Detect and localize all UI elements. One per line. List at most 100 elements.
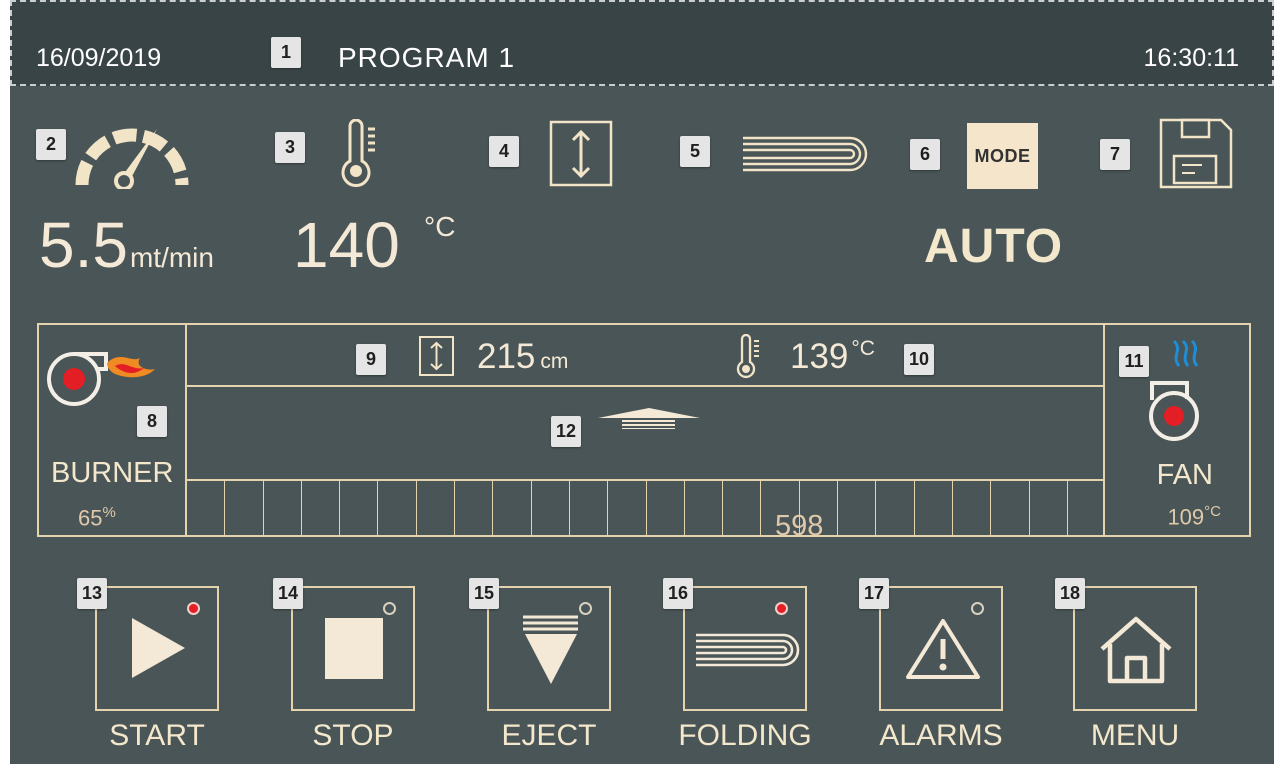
marker-18: 18 [1055,578,1085,609]
marker-16: 16 [663,578,693,609]
conveyor-segment [455,481,494,535]
marker-11: 11 [1119,346,1149,377]
marker-17: 17 [859,578,889,609]
burner-percent-value: 65 [78,505,103,531]
height-value: 215 [477,337,536,376]
fan-temperature: 109°C [1167,503,1221,530]
folding-label: FOLDING [678,719,812,752]
conveyor-segment [264,481,302,535]
stop-button[interactable] [291,586,415,711]
play-icon [132,618,185,678]
marker-1: 1 [271,37,301,68]
burner-label: BURNER [51,457,174,489]
marker-4: 4 [489,136,519,167]
marker-7: 7 [1100,139,1130,170]
temperature-sensor-icon [736,334,759,379]
conveyor-segments [187,481,1105,535]
marker-10: 10 [904,344,934,375]
conveyor-height: 215 cm [477,337,568,377]
marker-12: 12 [551,416,581,447]
conveyor-strip: 598 [187,387,1105,542]
chamber-temperature-unit: °C [851,337,875,361]
marker-9: 9 [356,344,386,375]
speed-readout: 5.5mt/min [39,213,214,290]
conveyor-segment [761,481,800,535]
start-label: START [109,719,205,752]
stop-label: STOP [312,719,394,752]
height-sensor-icon [419,336,454,376]
temperature-value: 140 [293,209,400,281]
start-button[interactable] [95,586,219,711]
marker-13: 13 [77,578,107,609]
alarms-button[interactable] [879,586,1003,711]
program-name: PROGRAM 1 [338,42,516,73]
conveyor-arrow-icon [598,408,700,429]
marker-2: 2 [36,129,66,160]
conveyor-segment [302,481,341,535]
eject-button[interactable] [487,586,611,711]
speed-unit: mt/min [129,242,214,273]
eject-label: EJECT [501,719,597,752]
conveyor-segment [187,481,226,535]
time-display: 16:30:11 [1143,44,1239,72]
marker-15: 15 [469,578,499,609]
mode-value: AUTO [924,220,1064,273]
conveyor-segment [225,481,264,535]
thermometer-icon[interactable] [340,119,378,187]
conveyor-segment [570,481,609,535]
stop-status-led [383,602,396,615]
folding-layers-icon[interactable] [739,133,871,175]
fan-temperature-value: 109 [1167,504,1205,530]
height-icon[interactable] [549,120,613,187]
chamber-temperature: 139 °C [790,337,875,377]
folding-icon [696,633,800,667]
fan-icon[interactable] [1140,338,1207,448]
folding-button[interactable] [683,586,807,711]
conveyor-segment [532,481,570,535]
temperature-unit: °C [424,211,456,242]
conveyor-segment [1030,481,1068,535]
control-panel-screen: 16/09/2019 PROGRAM 1 16:30:11 1 2 3 4 5 … [10,0,1274,764]
speed-value: 5.5 [39,209,128,281]
eject-icon [523,615,578,684]
conveyor-segment [876,481,915,535]
home-icon [1100,616,1172,684]
marker-5: 5 [680,136,710,167]
marker-14: 14 [273,578,303,609]
chamber-temperature-value: 139 [790,337,849,376]
save-disk-icon[interactable] [1158,117,1234,190]
marker-6: 6 [910,139,940,170]
conveyor-segment [991,481,1030,535]
mode-button[interactable]: MODE [967,123,1038,189]
marker-8: 8 [137,406,167,437]
conveyor-segment [953,481,992,535]
conveyor-segment [647,481,685,535]
machine-diagram: BURNER 65% 215 cm 139 °C 598 FAN 109°C [37,323,1251,542]
speedometer-icon[interactable] [74,119,190,189]
folding-status-led [775,602,788,615]
menu-button[interactable] [1073,586,1197,711]
date-display: 16/09/2019 [36,44,162,72]
burner-icon[interactable] [46,348,158,410]
start-status-led [187,602,200,615]
alarm-icon [906,619,980,679]
burner-output: 65% [78,504,116,531]
conveyor-segment [1068,481,1105,535]
alarms-label: ALARMS [879,719,1003,752]
conveyor-segment [378,481,417,535]
menu-label: MENU [1090,719,1180,752]
conveyor-segment [838,481,877,535]
conveyor-segment [493,481,532,535]
height-unit: cm [540,350,569,373]
fan-label: FAN [1156,459,1213,491]
conveyor-segment [915,481,953,535]
burner-percent-unit: % [102,504,116,521]
conveyor-segment [685,481,724,535]
alarms-status-led [971,602,984,615]
conveyor-segment [340,481,379,535]
conveyor-segment [608,481,647,535]
header-bar: 16/09/2019 PROGRAM 1 16:30:11 [10,0,1274,86]
conveyor-segment [800,481,839,535]
fan-temperature-unit: °C [1204,503,1221,520]
conveyor-segment [417,481,456,535]
